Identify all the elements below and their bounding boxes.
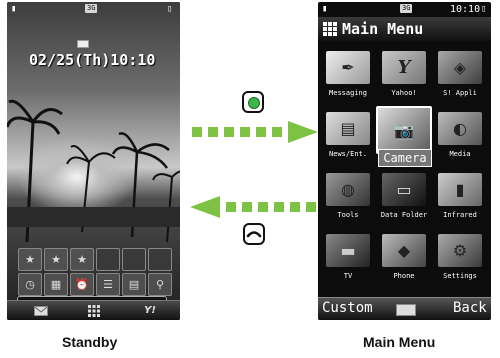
infrared-icon: ▮ [438,173,482,206]
widget-schedule-icon[interactable]: ▤ [122,273,146,296]
yahoo-icon[interactable]: Y! [135,301,165,320]
newspaper-icon: ▤ [326,112,370,145]
forward-arrow [192,121,318,143]
menu-item-data-folder[interactable]: ▭ Data Folder [376,169,432,230]
widget-alarm-icon[interactable]: ⏰ [70,273,94,296]
main-menu-header: Main Menu [318,17,491,41]
status-time: 10:10 [450,4,481,15]
menu-item-label: Phone [393,272,415,280]
back-softkey[interactable]: Back [453,300,487,316]
menu-item-infrared[interactable]: ▮ Infrared [432,169,488,230]
signal-antenna-icon: ▮ [322,4,328,14]
center-key-icon[interactable] [242,91,264,113]
phone-icon: ◆ [382,234,426,267]
page-title: Main Menu [342,20,424,38]
widget-clock-icon[interactable]: ◷ [18,273,42,296]
standby-screen: ▮ 3G ▯ 02/25(Th)10:10 ★ ★ ★ ◷ ▦ ⏰ ☰ ▤ ⚲ … [7,2,180,320]
media-icon: ◐ [438,112,482,145]
widget-star-icon[interactable]: ★ [44,248,68,271]
mail-notification-icon [77,40,89,48]
signal-antenna-icon: ▮ [11,4,17,14]
yahoo-y-icon: Y [382,51,426,84]
menu-item-label: Messaging [329,89,367,97]
widget-empty-slot[interactable] [148,248,172,271]
main-menu-softkey-bar: Custom Back [318,297,491,320]
back-arrow [190,196,316,218]
menu-grid-icon [323,22,337,36]
widget-notes-icon[interactable]: ☰ [96,273,120,296]
folder-icon: ▭ [382,173,426,206]
menu-icon-grid: ✒ Messaging Y Yahoo! ◈ S! Appli ▤ News/E… [320,47,489,291]
widget-calendar-icon[interactable]: ▦ [44,273,68,296]
menu-item-s-appli[interactable]: ◈ S! Appli [432,47,488,108]
settings-icon: ⚙ [438,234,482,267]
network-3g-icon: 3G [400,4,413,13]
mail-icon[interactable] [396,304,416,316]
menu-item-media[interactable]: ◐ Media [432,108,488,169]
menu-item-label: TV [343,272,353,280]
battery-icon: ▯ [481,4,487,14]
tools-icon: ◍ [326,173,370,206]
menu-item-camera[interactable]: 📷 Camera [376,106,432,169]
menu-item-label: Tools [337,211,359,219]
menu-item-label: S! Appli [443,89,477,97]
tv-icon: ▬ [326,234,370,267]
battery-icon: ▯ [167,4,173,14]
widget-star-icon[interactable]: ★ [70,248,94,271]
main-menu-status-bar: ▮ 3G 10:10 ▯ [318,2,491,18]
menu-item-messaging[interactable]: ✒ Messaging [320,47,376,108]
main-menu-caption: Main Menu [363,334,436,350]
menu-item-phone[interactable]: ◆ Phone [376,230,432,291]
custom-softkey[interactable]: Custom [322,300,373,316]
menu-item-label: Settings [443,272,477,280]
menu-item-label: Infrared [443,211,477,219]
menu-grid-icon[interactable] [82,301,106,320]
menu-item-news-ent[interactable]: ▤ News/Ent. [320,108,376,169]
widget-search-icon[interactable]: ⚲ [148,273,172,296]
widget-empty-slot[interactable] [122,248,146,271]
menu-item-label: Data Folder [380,211,428,219]
menu-item-tools[interactable]: ◍ Tools [320,169,376,230]
widget-star-icon[interactable]: ★ [18,248,42,271]
appli-icon: ◈ [438,51,482,84]
menu-item-label: Yahoo! [391,89,417,97]
standby-softkey-bar: Y! [7,300,180,320]
end-key-icon[interactable] [243,223,265,245]
camera-icon: 📷 [376,106,432,154]
pen-icon: ✒ [326,51,370,84]
network-3g-icon: 3G [85,4,98,13]
menu-item-yahoo[interactable]: Y Yahoo! [376,47,432,108]
menu-item-label: Camera [378,149,432,167]
menu-item-tv[interactable]: ▬ TV [320,230,376,291]
menu-item-settings[interactable]: ⚙ Settings [432,230,488,291]
mail-icon[interactable] [29,301,53,320]
menu-item-label: Media [449,150,471,158]
date-time-display: 02/25(Th)10:10 [29,51,156,69]
standby-status-bar: ▮ 3G ▯ [7,2,180,18]
menu-item-label: News/Ent. [329,150,367,158]
widget-empty-slot[interactable] [96,248,120,271]
main-menu-screen: ▮ 3G 10:10 ▯ Main Menu ✒ Messaging Y Yah… [318,2,491,320]
standby-caption: Standby [62,334,118,350]
